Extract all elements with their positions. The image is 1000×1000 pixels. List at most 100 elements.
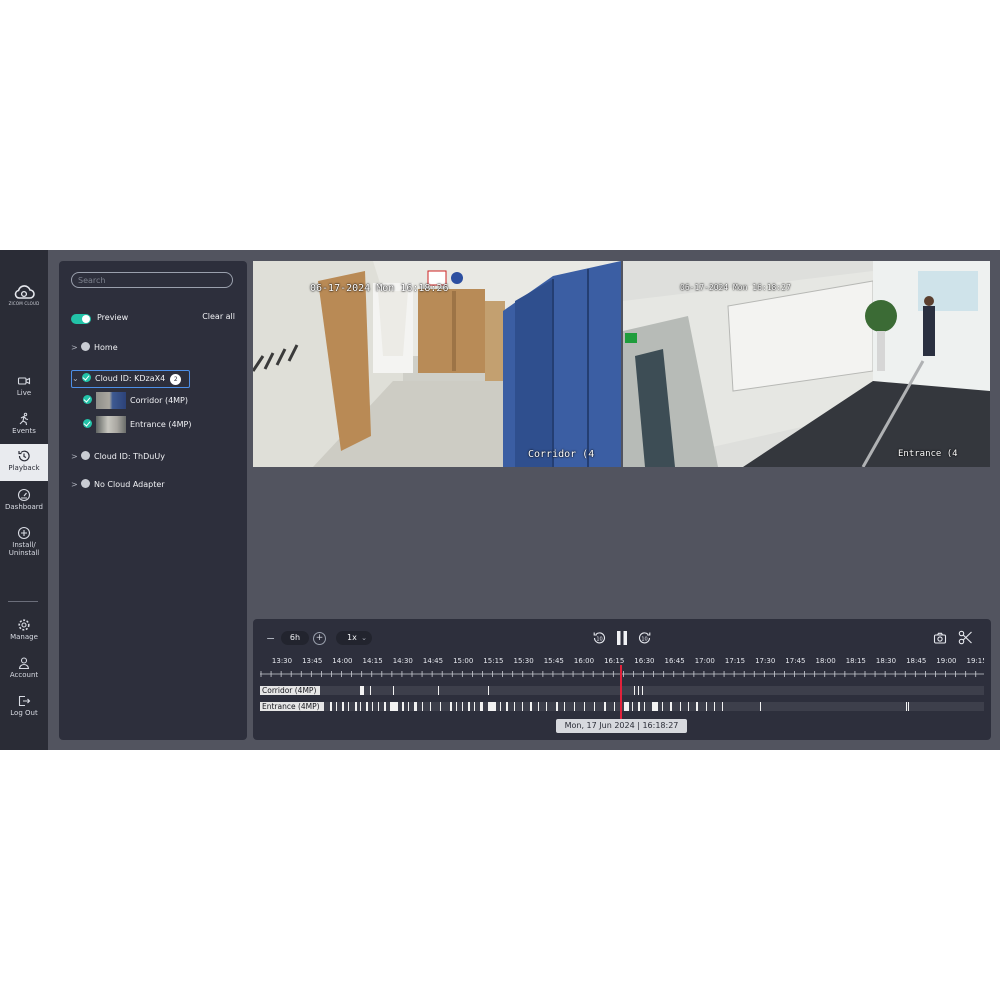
brand-logo[interactable]: ZICOM CLOUD xyxy=(8,284,40,306)
recording-segment[interactable] xyxy=(414,702,417,711)
recording-segment[interactable] xyxy=(644,702,645,711)
recording-segment[interactable] xyxy=(422,702,423,711)
recording-segment[interactable] xyxy=(624,702,629,711)
recording-segment[interactable] xyxy=(480,702,483,711)
nav-live[interactable]: Live xyxy=(0,374,48,412)
recording-segment[interactable] xyxy=(522,702,523,711)
recording-segment[interactable] xyxy=(670,702,672,711)
recording-segment[interactable] xyxy=(430,702,431,711)
tree-camera-entrance[interactable]: Entrance (4MP) xyxy=(83,416,191,434)
tree-node-cloud-kdzax4[interactable]: ⌄ Cloud ID: KDzaX4 2 xyxy=(71,370,191,388)
recording-segment[interactable] xyxy=(722,702,723,711)
recording-segment[interactable] xyxy=(714,702,715,711)
recording-segment[interactable] xyxy=(604,702,606,711)
recording-segment[interactable] xyxy=(500,702,501,711)
rewind-10-button[interactable]: 10 xyxy=(591,630,607,646)
recording-segment[interactable] xyxy=(638,686,639,695)
nav-logout[interactable]: Log Out xyxy=(0,694,48,732)
recording-segment[interactable] xyxy=(336,702,337,711)
recording-segment[interactable] xyxy=(506,702,508,711)
recording-segment[interactable] xyxy=(652,702,658,711)
nav-dashboard[interactable]: Dashboard xyxy=(0,488,48,526)
recording-segment[interactable] xyxy=(408,702,409,711)
recording-segment[interactable] xyxy=(488,702,496,711)
recording-segment[interactable] xyxy=(634,686,635,695)
recording-segment[interactable] xyxy=(906,702,907,711)
recording-segment[interactable] xyxy=(594,702,595,711)
tree-node-home[interactable]: > Home xyxy=(71,340,118,356)
recording-segment[interactable] xyxy=(638,702,640,711)
recording-segment[interactable] xyxy=(696,702,698,711)
unchecked-circle-icon[interactable] xyxy=(81,479,90,488)
nav-install[interactable]: Install/ Uninstall xyxy=(0,526,48,570)
recording-segment[interactable] xyxy=(556,702,558,711)
pause-button[interactable] xyxy=(615,630,629,646)
playhead[interactable] xyxy=(620,665,622,719)
recording-segment[interactable] xyxy=(393,686,394,695)
tree-node-cloud-thduuy[interactable]: > Cloud ID: ThDuUy xyxy=(71,449,165,465)
recording-segment[interactable] xyxy=(488,686,489,695)
recording-segment[interactable] xyxy=(584,702,585,711)
recording-segment[interactable] xyxy=(360,686,364,695)
recording-segment[interactable] xyxy=(456,702,457,711)
recording-segment[interactable] xyxy=(564,702,565,711)
checked-circle-icon[interactable] xyxy=(82,373,91,382)
recording-segment[interactable] xyxy=(706,702,707,711)
recording-segment[interactable] xyxy=(440,702,441,711)
recording-segment[interactable] xyxy=(760,702,761,711)
speed-select[interactable]: 1x ⌄ xyxy=(336,631,372,645)
tree-node-no-cloud-adapter[interactable]: > No Cloud Adapter xyxy=(71,477,165,493)
recording-segment[interactable] xyxy=(378,702,379,711)
snapshot-button[interactable] xyxy=(933,631,947,645)
nav-playback[interactable]: Playback xyxy=(0,444,48,481)
recording-segment[interactable] xyxy=(632,702,633,711)
recording-segment[interactable] xyxy=(688,702,689,711)
recording-segment[interactable] xyxy=(330,702,332,711)
checked-circle-icon[interactable] xyxy=(83,419,92,428)
chevron-down-icon[interactable]: ⌄ xyxy=(72,371,82,387)
zoom-in-button[interactable]: + xyxy=(313,632,326,645)
recording-segment[interactable] xyxy=(342,702,344,711)
recording-segment[interactable] xyxy=(348,702,349,711)
recording-segment[interactable] xyxy=(530,702,532,711)
unchecked-circle-icon[interactable] xyxy=(81,451,90,460)
tree-camera-corridor[interactable]: Corridor (4MP) xyxy=(83,392,188,410)
recording-segment[interactable] xyxy=(355,702,357,711)
recording-segment[interactable] xyxy=(372,702,373,711)
checked-circle-icon[interactable] xyxy=(83,395,92,404)
video-tile-corridor[interactable]: 06-17-2024 Mon 16:18:26 Corridor (4 xyxy=(253,261,621,467)
clear-all-link[interactable]: Clear all xyxy=(202,312,235,321)
recording-segment[interactable] xyxy=(642,686,643,695)
recording-segment[interactable] xyxy=(384,702,386,711)
recording-segment[interactable] xyxy=(662,702,663,711)
recording-segment[interactable] xyxy=(468,702,470,711)
time-scale[interactable]: 13:30 13:45 14:00 14:15 14:30 14:45 15:00 15:15… xyxy=(260,655,984,687)
chevron-right-icon[interactable]: > xyxy=(71,477,81,493)
nav-account[interactable]: Account xyxy=(0,656,48,694)
unchecked-circle-icon[interactable] xyxy=(81,342,90,351)
recording-segment[interactable] xyxy=(390,702,398,711)
recording-segment[interactable] xyxy=(402,702,404,711)
recording-track-corridor[interactable]: Corridor (4MP) xyxy=(260,686,984,695)
search-input[interactable] xyxy=(71,272,233,288)
recording-segment[interactable] xyxy=(450,702,452,711)
recording-segment[interactable] xyxy=(462,702,463,711)
recording-segment[interactable] xyxy=(514,702,515,711)
chevron-right-icon[interactable]: > xyxy=(71,449,81,465)
chevron-right-icon[interactable]: > xyxy=(71,340,81,356)
recording-segment[interactable] xyxy=(574,702,575,711)
preview-toggle[interactable] xyxy=(71,314,91,324)
clip-button[interactable] xyxy=(958,630,973,645)
forward-10-button[interactable]: 10 xyxy=(637,630,653,646)
video-tile-entrance[interactable]: 06-17-2024 Mon 16:18:27 Entrance (4 xyxy=(623,261,990,467)
recording-segment[interactable] xyxy=(908,702,909,711)
recording-segment[interactable] xyxy=(680,702,681,711)
recording-segment[interactable] xyxy=(360,702,361,711)
recording-segment[interactable] xyxy=(366,702,368,711)
recording-segment[interactable] xyxy=(614,702,615,711)
zoom-out-button[interactable]: − xyxy=(266,632,275,645)
recording-segment[interactable] xyxy=(538,702,539,711)
recording-segment[interactable] xyxy=(546,702,547,711)
recording-segment[interactable] xyxy=(438,686,439,695)
recording-segment[interactable] xyxy=(370,686,371,695)
